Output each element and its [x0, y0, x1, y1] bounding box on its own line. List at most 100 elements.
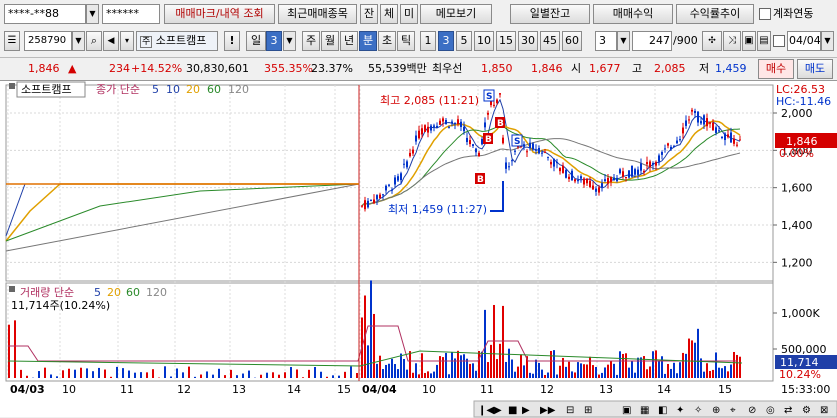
minute-3-button[interactable]: 3: [438, 31, 454, 51]
period-minute-button[interactable]: 분: [359, 31, 377, 51]
period-month-button[interactable]: 월: [321, 31, 339, 51]
compare-icon[interactable]: ⤨: [723, 31, 741, 51]
svg-text:B: B: [477, 175, 484, 185]
candle-body: [622, 171, 624, 176]
candle-body: [646, 162, 648, 164]
stock-prev-next-icon[interactable]: ▾: [120, 31, 134, 51]
sell-button[interactable]: 매도: [797, 59, 833, 79]
volume-bar: [625, 353, 627, 378]
account-dropdown[interactable]: ▼: [86, 4, 99, 24]
trade-profit-button[interactable]: 매매수익: [593, 4, 673, 24]
tool-7-icon: ⌖: [730, 405, 736, 416]
volume-bar: [44, 368, 46, 378]
volume-bar: [613, 364, 615, 378]
period-value-dropdown[interactable]: ▼: [283, 31, 296, 51]
minute-30-button[interactable]: 30: [518, 31, 538, 51]
volume-bar: [388, 364, 390, 378]
recent-stocks-button[interactable]: 최근매매종목: [278, 4, 357, 24]
current-pct-tag: 0.00%: [779, 147, 814, 160]
candle-body: [571, 171, 573, 181]
volume-bar: [619, 351, 621, 378]
volume-bar: [589, 357, 591, 378]
memo-button[interactable]: 메모보기: [420, 4, 492, 24]
candle-body: [433, 125, 435, 126]
candle-body: [475, 149, 477, 153]
volume-bar: [736, 355, 738, 378]
minute-10-button[interactable]: 10: [474, 31, 494, 51]
return-trend-button[interactable]: 수익률추이: [676, 4, 754, 24]
filled-button[interactable]: 체: [380, 4, 398, 24]
unfilled-button[interactable]: 미: [400, 4, 418, 24]
minute-45-button[interactable]: 45: [540, 31, 560, 51]
stock-chart[interactable]: 소프트캠프 종가 단순 5 10 20 60 120 최고 2,085 (11:…: [0, 80, 837, 417]
date-field[interactable]: 04/04: [787, 31, 821, 51]
period-year-button[interactable]: 년: [340, 31, 358, 51]
stock-name-field: 주 소프트캠프: [136, 31, 218, 51]
search-icon[interactable]: ⌕: [86, 31, 102, 51]
legend-handle-icon[interactable]: [9, 83, 15, 89]
speaker-icon[interactable]: ◀: [103, 31, 119, 51]
period-day-button[interactable]: 일: [246, 31, 266, 51]
account-field[interactable]: ****-**88: [4, 4, 86, 24]
period-second-button[interactable]: 초: [378, 31, 396, 51]
stock-code-dropdown[interactable]: ▼: [72, 31, 85, 51]
volume-bar: [532, 374, 534, 378]
stock-code-field[interactable]: 258790: [24, 31, 72, 51]
account-link-checkbox[interactable]: [759, 8, 771, 20]
volume-y-ticks: 1,000K500,000: [773, 307, 827, 356]
candle-body: [529, 143, 531, 148]
volume-bar: [508, 349, 510, 378]
minute-1-button[interactable]: 1: [420, 31, 436, 51]
volume-legend-handle-icon[interactable]: [9, 286, 15, 292]
volume-bar: [394, 364, 396, 378]
minute-60-button[interactable]: 60: [562, 31, 582, 51]
balance-button[interactable]: 잔: [360, 4, 378, 24]
tool-4-icon: ✦: [676, 405, 684, 416]
password-field[interactable]: ******: [102, 4, 160, 24]
candle-body: [736, 145, 738, 146]
period-week-button[interactable]: 주: [302, 31, 320, 51]
daily-balance-button[interactable]: 일별잔고: [510, 4, 590, 24]
volume-bar: [550, 351, 552, 378]
volume-bar: [350, 366, 352, 378]
candle-body: [451, 122, 453, 124]
volume-bar: [326, 377, 328, 378]
minute-5-button[interactable]: 5: [456, 31, 472, 51]
candle-body: [541, 153, 543, 154]
count-field[interactable]: 247: [632, 31, 672, 51]
date-checkbox[interactable]: [773, 35, 785, 47]
x-axis-label: 11: [480, 383, 494, 396]
volume-bar: [86, 368, 88, 378]
interval-dropdown[interactable]: ▼: [617, 31, 630, 51]
candle-body: [514, 151, 516, 152]
save-icon[interactable]: ▣: [742, 31, 756, 51]
volume-bar: [242, 374, 244, 378]
volume-bar: [170, 377, 172, 378]
period-value-field[interactable]: 3: [266, 31, 282, 51]
scroll-next-icon: ▶: [522, 405, 530, 416]
candle-body: [448, 127, 450, 128]
volume-bar: [278, 375, 280, 378]
candle-body: [445, 120, 447, 124]
candle-body: [535, 150, 537, 151]
buy-button[interactable]: 매수: [758, 59, 794, 79]
legend-ma-label: 종가 단순: [96, 83, 140, 96]
chart-canvas[interactable]: 소프트캠프 종가 단순 5 10 20 60 120 최고 2,085 (11:…: [0, 81, 837, 418]
trade-marks-button[interactable]: 매매마크/내역 조회: [164, 4, 275, 24]
volume-bar: [727, 371, 729, 378]
chart-menu-icon[interactable]: ☰: [4, 31, 20, 51]
candle-body: [469, 140, 471, 144]
candle-body: [685, 120, 687, 125]
settings-icon[interactable]: ✣: [702, 31, 722, 51]
interval-select[interactable]: 3: [595, 31, 617, 51]
date-dropdown[interactable]: ▼: [821, 31, 834, 51]
volume-bar: [739, 357, 741, 378]
alert-icon[interactable]: !: [224, 31, 240, 51]
candle-body: [493, 105, 495, 106]
volume-bar: [499, 344, 501, 378]
volume-bar: [373, 314, 375, 378]
minute-15-button[interactable]: 15: [496, 31, 516, 51]
period-tick-button[interactable]: 틱: [397, 31, 415, 51]
print-icon[interactable]: ▤: [757, 31, 771, 51]
volume-bar: [146, 372, 148, 378]
